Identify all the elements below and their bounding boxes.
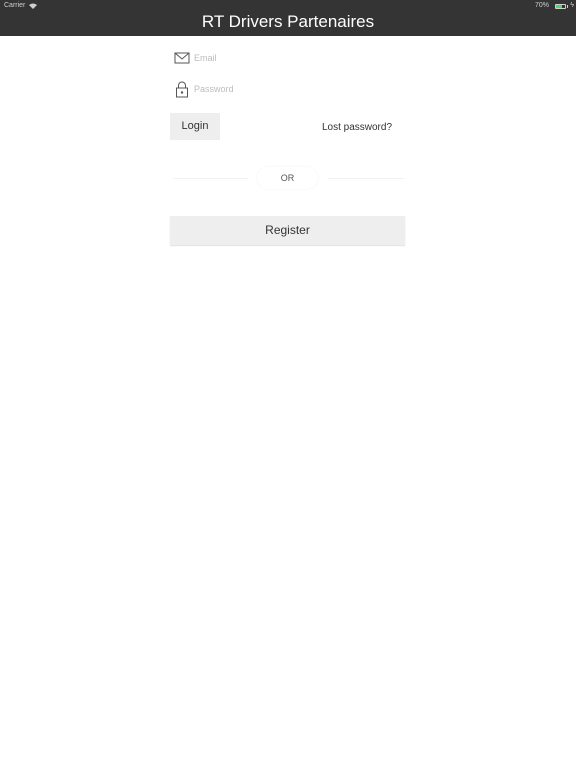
- wifi-icon: [29, 3, 37, 9]
- password-input[interactable]: [192, 79, 402, 99]
- battery-tip: [567, 5, 568, 8]
- email-field: [170, 46, 406, 70]
- battery-fill: [556, 5, 563, 8]
- carrier-label: Carrier: [4, 2, 26, 9]
- battery-icon: [555, 4, 566, 9]
- page-title: RT Drivers Partenaires: [201, 12, 375, 31]
- battery-percent: 70%: [534, 2, 549, 9]
- lost-password-link[interactable]: Lost password?: [310, 121, 404, 135]
- divider-right: [328, 178, 404, 179]
- charging-icon: ϟ: [570, 2, 574, 9]
- or-separator: OR: [257, 167, 318, 189]
- login-button[interactable]: Login: [170, 113, 220, 140]
- email-input[interactable]: [192, 48, 402, 68]
- register-button[interactable]: Register: [170, 216, 405, 245]
- envelope-icon: [174, 52, 190, 64]
- lock-icon: [176, 81, 188, 98]
- status-bar: Carrier 70% ϟ: [0, 0, 576, 12]
- password-field: [170, 77, 406, 101]
- nav-bar: RT Drivers Partenaires: [0, 12, 576, 36]
- divider-left: [173, 178, 248, 179]
